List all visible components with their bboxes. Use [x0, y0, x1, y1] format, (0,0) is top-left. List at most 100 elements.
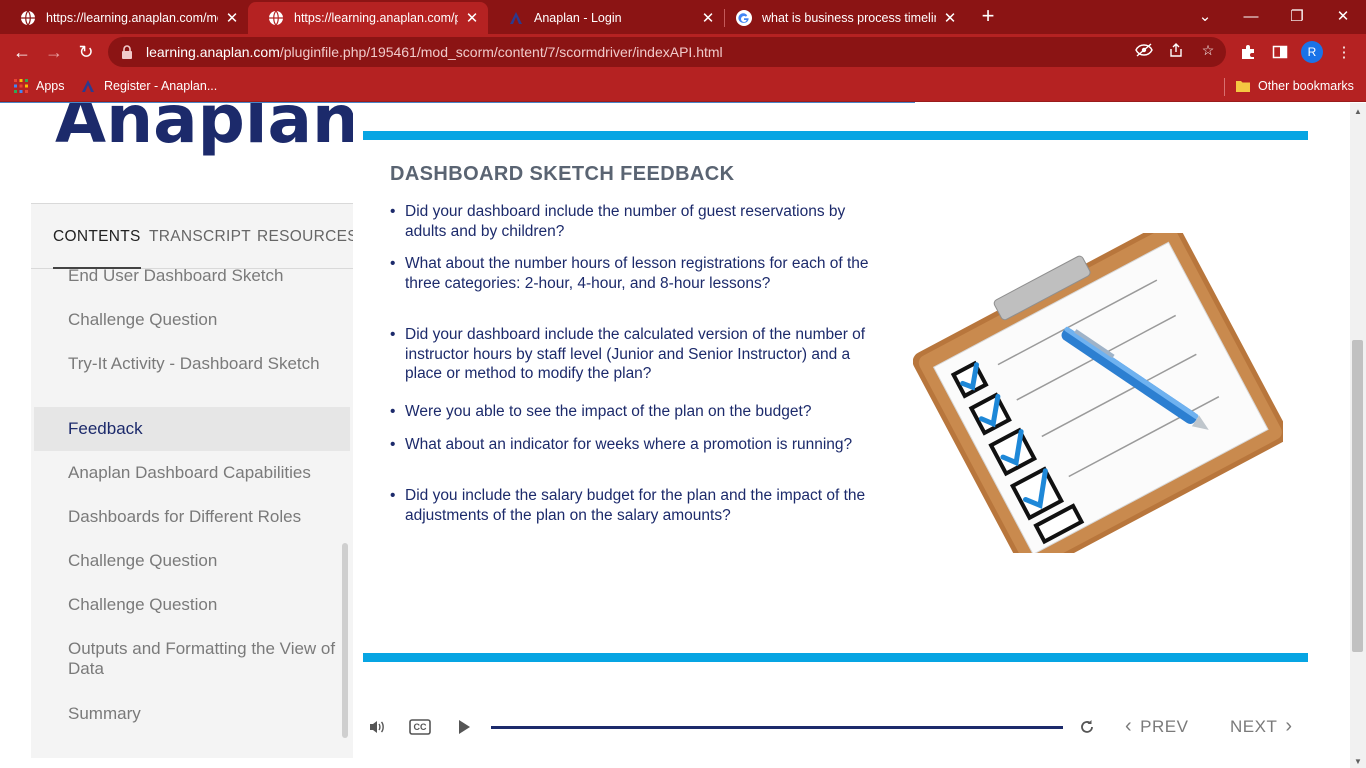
google-icon	[736, 10, 752, 26]
other-bookmarks[interactable]: Other bookmarks	[1236, 77, 1354, 95]
tab-resources[interactable]: RESOURCES	[257, 228, 358, 246]
extensions-puzzle-icon[interactable]	[1236, 40, 1260, 64]
share-icon[interactable]	[1166, 40, 1186, 60]
list-item[interactable]: End User Dashboard Sketch	[34, 269, 350, 286]
list-item[interactable]: Challenge Question	[34, 310, 350, 330]
volume-icon[interactable]	[367, 715, 387, 739]
tab-contents[interactable]: CONTENTS	[53, 228, 141, 246]
kebab-menu-icon[interactable]: ⋮	[1332, 40, 1356, 64]
star-bookmark-icon[interactable]: ☆	[1198, 40, 1218, 60]
next-label: NEXT	[1230, 716, 1278, 736]
list-item[interactable]: Outputs and Formatting the View of Data	[34, 639, 350, 679]
chevron-right-icon: ›	[1285, 715, 1293, 737]
side-panel-icon[interactable]	[1268, 40, 1292, 64]
player-controls: CC ‹ PREV NEXT ›	[353, 703, 1350, 753]
profile-avatar[interactable]: R	[1301, 41, 1323, 63]
list-item[interactable]: Try-It Activity - Dashboard Sketch	[34, 354, 350, 374]
restore-button[interactable]: ❐	[1274, 0, 1320, 32]
bullet-item: • What about the number hours of lesson r…	[390, 254, 880, 293]
close-tab-icon[interactable]: ✕	[464, 9, 480, 27]
bullet-dot: •	[390, 203, 396, 220]
page-scrollbar-thumb[interactable]	[1352, 340, 1363, 652]
close-tab-icon[interactable]: ✕	[942, 9, 958, 27]
bullet-item: • What about an indicator for weeks where…	[390, 435, 880, 455]
back-arrow-icon[interactable]: ←	[8, 38, 36, 66]
slide-bottom-bar	[363, 653, 1308, 662]
browser-tab-strip: https://learning.anaplan.com/mo ✕ https:…	[0, 0, 1366, 34]
logo-area: Anaplan	[31, 103, 353, 203]
bullet-dot: •	[390, 403, 396, 420]
reload-icon[interactable]: ↻	[72, 38, 100, 66]
other-bookmarks-label: Other bookmarks	[1258, 79, 1354, 93]
url-path: /pluginfile.php/195461/mod_scorm/content…	[279, 44, 723, 60]
apps-grid-icon	[14, 79, 28, 93]
replay-icon[interactable]	[1077, 715, 1097, 739]
bookmark-apps[interactable]: Apps	[14, 77, 65, 95]
chevron-left-icon: ‹	[1125, 715, 1133, 737]
anaplan-icon	[80, 78, 96, 94]
bookmarks-separator	[1224, 78, 1225, 96]
bullet-item: • Did your dashboard include the calculat…	[390, 325, 880, 384]
minimize-button[interactable]: —	[1228, 0, 1274, 32]
tab-search-icon[interactable]: ⌄	[1182, 0, 1228, 32]
new-tab-button[interactable]: +	[976, 5, 1000, 29]
forward-arrow-icon[interactable]: →	[40, 38, 68, 66]
bookmark-label: Register - Anaplan...	[104, 79, 218, 93]
prev-label: PREV	[1140, 716, 1189, 736]
tab-transcript[interactable]: TRANSCRIPT	[149, 228, 251, 246]
seek-bar[interactable]	[491, 726, 1063, 729]
bullet-text: Were you able to see the impact of the p…	[405, 403, 812, 420]
bullet-dot: •	[390, 487, 396, 504]
course-player: Anaplan CONTENTS TRANSCRIPT RESOURCES En…	[0, 103, 1350, 768]
sidebar-tabs: CONTENTS TRANSCRIPT RESOURCES	[31, 203, 358, 270]
close-tab-icon[interactable]: ✕	[700, 9, 716, 27]
browser-tab-1[interactable]: https://learning.anaplan.com/mo ✕	[0, 2, 248, 34]
prev-button[interactable]: ‹ PREV	[1125, 715, 1188, 738]
address-bar[interactable]: learning.anaplan.com/pluginfile.php/1954…	[108, 37, 1226, 67]
contents-list: End User Dashboard Sketch Challenge Ques…	[31, 269, 353, 758]
tab-title: https://learning.anaplan.com/mo	[46, 11, 218, 25]
bullet-text: What about an indicator for weeks where …	[405, 436, 853, 453]
bookmarks-bar: Apps Register - Anaplan... Other bookmar…	[0, 70, 1366, 102]
sidebar: Anaplan CONTENTS TRANSCRIPT RESOURCES En…	[0, 103, 358, 768]
list-item[interactable]: Anaplan Dashboard Capabilities	[34, 463, 350, 483]
bullet-text: Did you include the salary budget for th…	[405, 487, 866, 524]
tab-title: Anaplan - Login	[534, 11, 622, 25]
globe-icon	[268, 10, 284, 26]
scroll-down-arrow-icon[interactable]: ▼	[1350, 754, 1366, 768]
list-item[interactable]: Challenge Question	[34, 595, 350, 615]
bullet-dot: •	[390, 436, 396, 453]
next-button[interactable]: NEXT ›	[1230, 715, 1293, 738]
url-text: learning.anaplan.com/pluginfile.php/1954…	[146, 44, 723, 60]
sidebar-scrollbar[interactable]	[342, 543, 348, 738]
close-tab-icon[interactable]: ✕	[224, 9, 240, 27]
browser-tab-3[interactable]: Anaplan - Login ✕	[488, 2, 724, 34]
anaplan-logo: Anaplan	[55, 103, 353, 158]
browser-toolbar: ← → ↻ learning.anaplan.com/pluginfile.ph…	[0, 34, 1366, 70]
list-item[interactable]: Summary	[34, 704, 350, 724]
tab-title: https://learning.anaplan.com/plu	[294, 11, 458, 25]
bookmark-register-anaplan[interactable]: Register - Anaplan...	[80, 77, 217, 95]
play-icon[interactable]	[455, 715, 473, 739]
list-item[interactable]: Dashboards for Different Roles	[34, 507, 350, 527]
anaplan-icon	[508, 10, 524, 26]
bullet-item: • Were you able to see the impact of the …	[390, 402, 880, 422]
browser-tab-2-active[interactable]: https://learning.anaplan.com/plu ✕	[248, 2, 488, 34]
close-window-button[interactable]: ✕	[1320, 0, 1366, 32]
url-host: learning.anaplan.com	[146, 44, 280, 60]
clipboard-checklist-illustration	[913, 233, 1283, 553]
list-item[interactable]: Challenge Question	[34, 551, 350, 571]
bullet-dot: •	[390, 255, 396, 272]
slide-area: DASHBOARD SKETCH FEEDBACK • Did your dash…	[353, 103, 1350, 768]
bullet-text: Did your dashboard include the number of…	[405, 203, 846, 240]
scroll-up-arrow-icon[interactable]: ▲	[1350, 104, 1366, 118]
list-item-active[interactable]: Feedback	[34, 407, 350, 451]
bullet-text: What about the number hours of lesson re…	[405, 255, 869, 292]
globe-icon	[20, 10, 36, 26]
closed-captions-button[interactable]: CC	[409, 715, 431, 739]
slide-top-bar	[363, 131, 1308, 140]
eye-off-icon[interactable]	[1134, 40, 1154, 60]
browser-tab-4[interactable]: what is business process timeline ✕	[716, 2, 966, 34]
bullet-text: Did your dashboard include the calculate…	[405, 326, 866, 382]
bookmark-label: Apps	[36, 79, 65, 93]
